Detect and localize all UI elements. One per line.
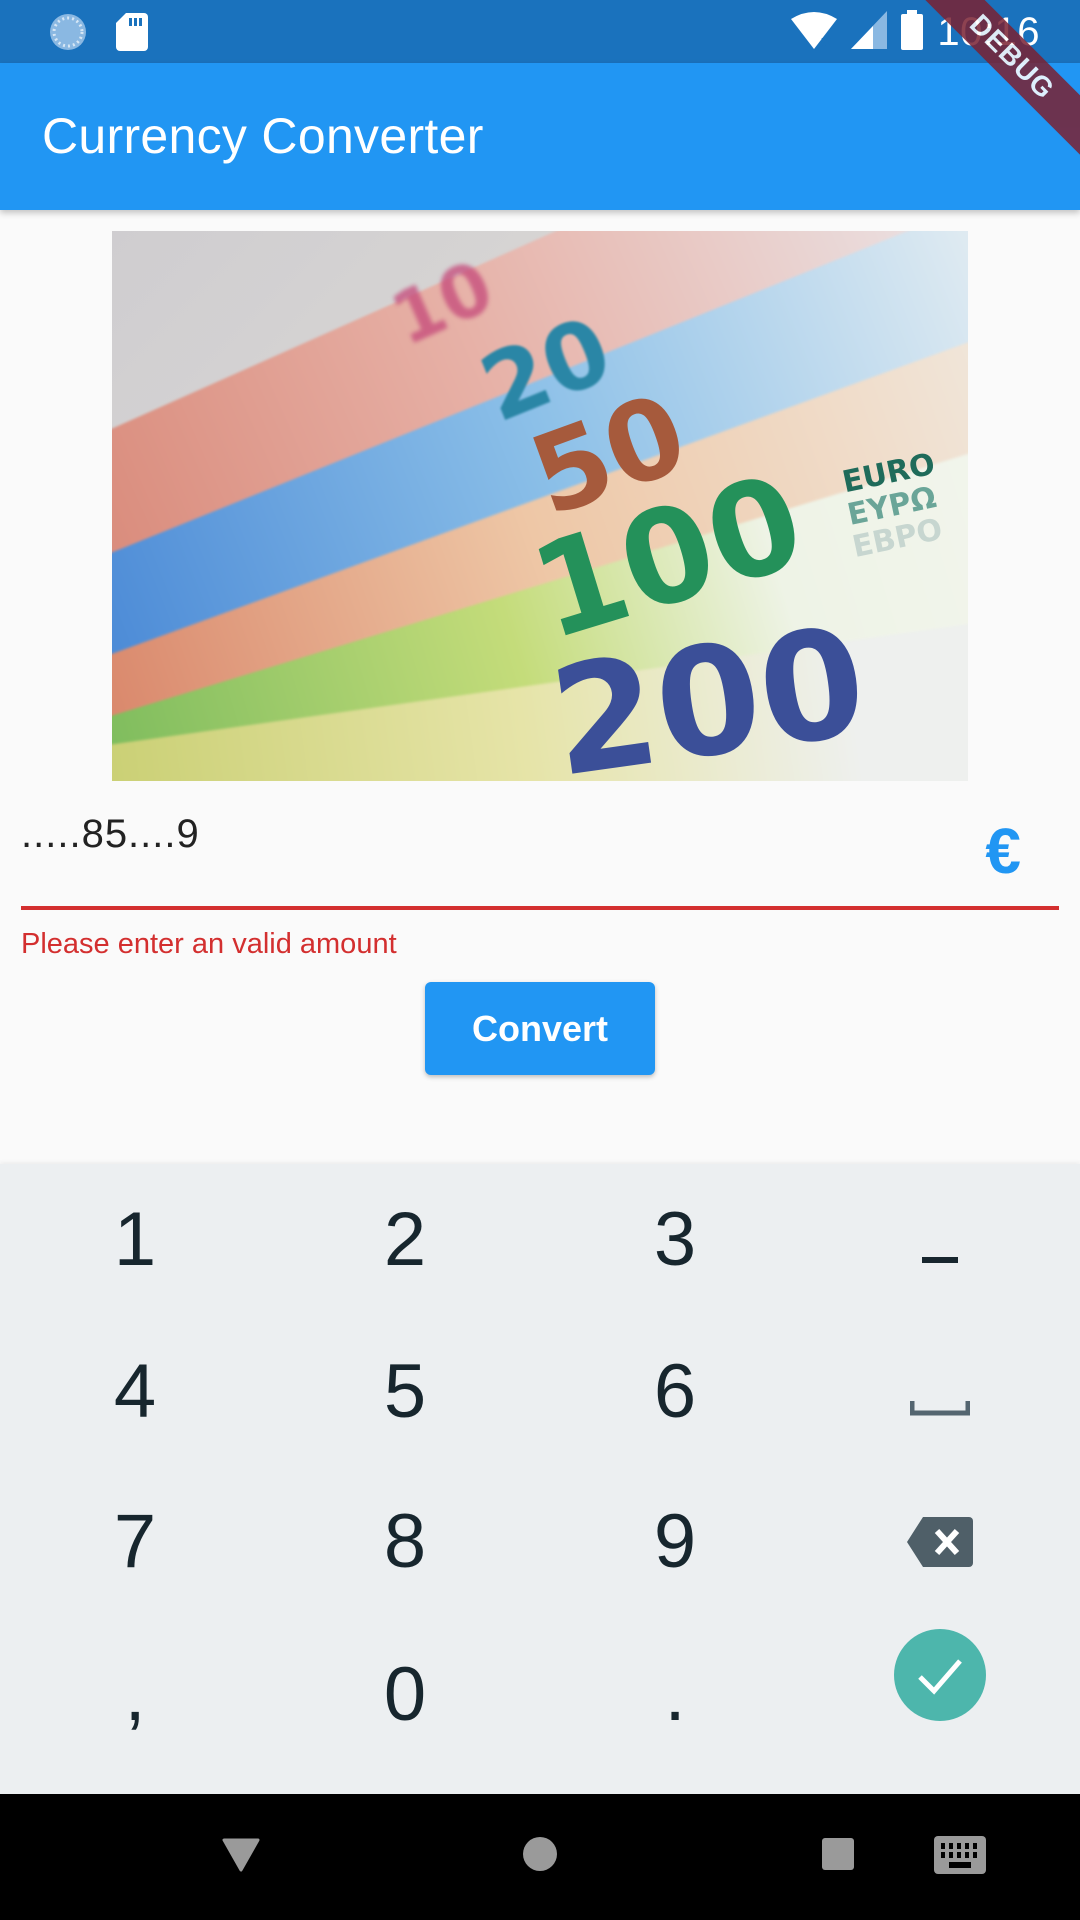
key-1[interactable]: 1 (0, 1164, 270, 1314)
key-8[interactable]: 8 (270, 1466, 540, 1616)
key-0[interactable]: 0 (270, 1619, 540, 1769)
app-bar: Currency Converter (0, 63, 1080, 210)
hero-image-euro-banknotes: 10 20 50 100 200 EURO ΕΥΡΩ ЕВРО (112, 231, 968, 781)
key-done[interactable] (805, 1609, 1075, 1759)
page-title: Currency Converter (42, 108, 484, 164)
back-button[interactable] (222, 1838, 260, 1877)
sync-icon (48, 12, 88, 57)
status-bar: x 10:16 (0, 0, 1080, 63)
amount-error-message: Please enter an valid amount (21, 928, 397, 960)
done-check-icon (894, 1629, 986, 1739)
key-2[interactable]: 2 (270, 1164, 540, 1314)
field-error-underline (21, 906, 1059, 910)
back-triangle-icon (222, 1838, 260, 1872)
home-circle-icon (523, 1837, 557, 1871)
amount-input[interactable]: .....85....9 € (21, 800, 1059, 910)
key-9[interactable]: 9 (540, 1466, 810, 1616)
key-backspace[interactable] (805, 1466, 1075, 1616)
home-button[interactable] (522, 1836, 558, 1877)
recents-square-icon (822, 1838, 854, 1870)
recents-button[interactable] (821, 1837, 855, 1876)
key-period[interactable]: . (540, 1619, 810, 1769)
battery-icon (901, 9, 924, 55)
numeric-keyboard: 1 2 3 4 5 6 7 8 9 , 0 . (0, 1164, 1080, 1794)
key-comma[interactable]: , (0, 1619, 270, 1769)
key-5[interactable]: 5 (270, 1316, 540, 1466)
key-4[interactable]: 4 (0, 1316, 270, 1466)
wifi-off-icon: x (791, 11, 838, 54)
backspace-icon (907, 1498, 973, 1585)
key-space[interactable] (805, 1316, 1075, 1466)
keyboard-icon (934, 1836, 986, 1874)
amount-input-value[interactable]: .....85....9 (21, 812, 200, 857)
svg-text:x: x (821, 32, 832, 49)
key-3[interactable]: 3 (540, 1164, 810, 1314)
app-screen: x 10:16 Currency Converter DEBUG 10 20 5… (0, 0, 1080, 1920)
keyboard-switch-button[interactable] (934, 1836, 986, 1879)
key-minus[interactable] (805, 1164, 1075, 1314)
navigation-bar (0, 1794, 1080, 1920)
key-6[interactable]: 6 (540, 1316, 810, 1466)
convert-button[interactable]: Convert (425, 982, 655, 1075)
space-icon (909, 1348, 971, 1435)
signal-icon (851, 10, 888, 54)
euro-icon: € (985, 815, 1021, 887)
minus-icon (922, 1196, 958, 1283)
key-7[interactable]: 7 (0, 1466, 270, 1616)
sd-card-icon (116, 13, 148, 56)
